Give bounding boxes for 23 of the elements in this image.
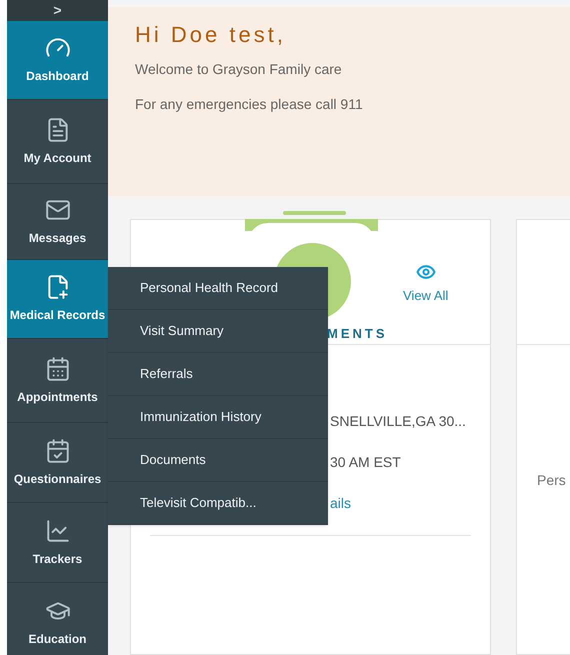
submenu-item[interactable]: Televisit Compatib...	[108, 482, 328, 525]
eye-icon	[416, 262, 436, 282]
submenu-item[interactable]: Documents	[108, 439, 328, 482]
submenu-item[interactable]: Personal Health Record	[108, 267, 328, 310]
card-tab-icon	[245, 219, 378, 232]
card-text: Pers	[537, 471, 567, 490]
sidebar-item[interactable]: Dashboard	[7, 21, 108, 100]
card-heading: MENTS	[327, 325, 388, 343]
submenu-item[interactable]: Referrals	[108, 353, 328, 396]
greeting-title: Hi Doe test,	[135, 21, 287, 49]
submenu-item[interactable]: Visit Summary	[108, 310, 328, 353]
sidebar-item[interactable]: Medical Records	[7, 260, 108, 339]
greeting-text: For any emergencies please call 911	[135, 95, 364, 114]
calendar-icon	[44, 356, 70, 382]
expand-button[interactable]: >	[7, 0, 108, 21]
greeting-text: Welcome to Grayson Family care	[135, 60, 343, 79]
appointment-detail: SNELLVILLE,GA 30...	[330, 412, 467, 431]
tab-bar-icon	[283, 211, 346, 215]
details-link[interactable]: ails	[330, 493, 490, 514]
chart-icon	[44, 518, 70, 544]
submenu-item[interactable]: Immunization History	[108, 396, 328, 439]
appointment-detail: 30 AM EST	[330, 453, 402, 472]
view-all-link[interactable]: View All	[403, 262, 448, 306]
